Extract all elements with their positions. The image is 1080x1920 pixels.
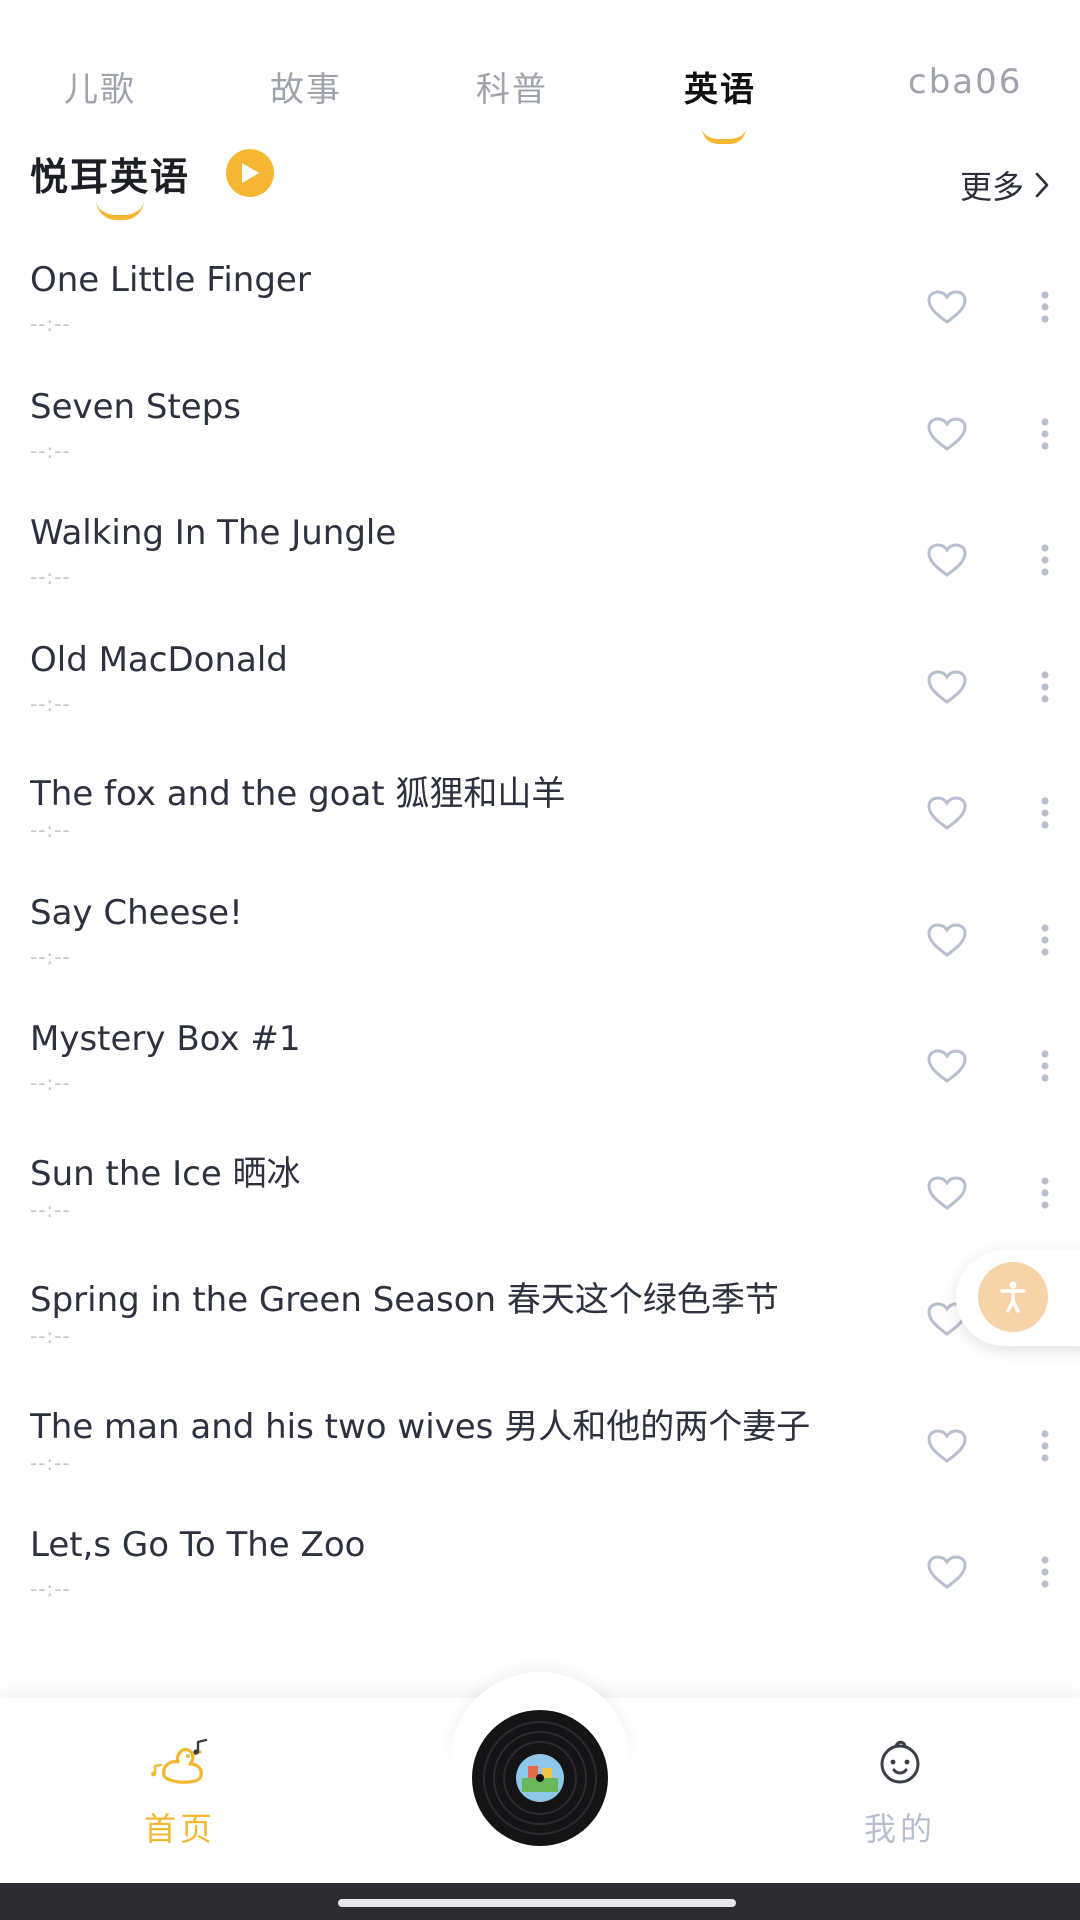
list-item[interactable]: Spring in the Green Season 春天这个绿色季节 --:-…	[0, 1262, 1080, 1389]
heart-outline-icon[interactable]	[924, 1045, 970, 1087]
song-duration: --:--	[30, 1577, 71, 1601]
baby-face-icon	[880, 1740, 920, 1784]
section-title-indicator	[96, 200, 144, 220]
song-title: Mystery Box #1	[30, 1019, 301, 1059]
song-duration: --:--	[30, 818, 71, 842]
song-title: Seven Steps	[30, 386, 242, 427]
heart-outline-icon[interactable]	[924, 539, 970, 581]
song-duration: --:--	[30, 438, 71, 463]
tab-stories[interactable]: 故事	[270, 62, 342, 111]
song-title: Say Cheese!	[30, 892, 243, 933]
vertical-dots-icon[interactable]	[1030, 1549, 1060, 1595]
list-item[interactable]: The fox and the goat 狐狸和山羊 --:--	[0, 756, 1080, 883]
vertical-dots-icon[interactable]	[1030, 1043, 1060, 1089]
nav-home-label: 首页	[143, 1810, 216, 1848]
tab-science[interactable]: 科普	[476, 62, 548, 111]
tab-children-songs[interactable]: 儿歌	[64, 62, 136, 111]
more-link[interactable]: 更多	[960, 162, 1050, 208]
vertical-dots-icon[interactable]	[1030, 917, 1060, 963]
vertical-dots-icon[interactable]	[1030, 1423, 1060, 1469]
heart-outline-icon[interactable]	[924, 1425, 970, 1467]
accessibility-person-icon[interactable]	[978, 1262, 1048, 1332]
more-label: 更多	[959, 168, 1024, 206]
vertical-dots-icon[interactable]	[1030, 664, 1060, 710]
vertical-dots-icon[interactable]	[1030, 790, 1060, 836]
category-tabs: 儿歌 故事 科普 英语 cba06	[0, 0, 1080, 150]
list-item[interactable]: Sun the Ice 晒冰 --:--	[0, 1136, 1080, 1263]
section-title: 悦耳英语	[30, 155, 191, 199]
active-tab-indicator	[702, 128, 746, 144]
heart-outline-icon[interactable]	[924, 413, 970, 455]
heart-outline-icon[interactable]	[924, 1172, 970, 1214]
heart-outline-icon[interactable]	[924, 286, 970, 328]
heart-outline-icon[interactable]	[924, 666, 970, 708]
song-duration: --:--	[30, 1071, 71, 1095]
chevron-right-icon	[1035, 172, 1049, 198]
song-duration: --:--	[30, 565, 71, 589]
song-title: Spring in the Green Season 春天这个绿色季节	[30, 1280, 779, 1320]
song-duration: --:--	[30, 1450, 71, 1475]
song-duration: --:--	[30, 312, 71, 336]
list-item[interactable]: Old MacDonald --:--	[0, 630, 1080, 757]
song-title: Old MacDonald	[30, 639, 288, 680]
duck-music-icon	[151, 1738, 208, 1784]
home-gesture-handle[interactable]	[338, 1899, 736, 1907]
list-item[interactable]: Say Cheese! --:--	[0, 883, 1080, 1010]
system-nav-bar	[0, 1883, 1080, 1920]
nav-mine[interactable]: 我的	[840, 1738, 960, 1850]
nav-home[interactable]: 首页	[120, 1738, 240, 1850]
floating-accessibility-panel	[956, 1250, 1080, 1346]
list-item[interactable]: Let,s Go To The Zoo --:--	[0, 1515, 1080, 1642]
song-duration: --:--	[30, 691, 71, 716]
song-title: One Little Finger	[30, 260, 311, 300]
list-item[interactable]: Mystery Box #1 --:--	[0, 1009, 1080, 1136]
song-title: The fox and the goat 狐狸和山羊	[30, 774, 566, 814]
list-item[interactable]: The man and his two wives 男人和他的两个妻子 --:-…	[0, 1389, 1080, 1516]
vertical-dots-icon[interactable]	[1030, 1170, 1060, 1216]
tab-cba06[interactable]: cba06	[908, 62, 1022, 102]
play-circle-icon[interactable]	[226, 149, 274, 197]
song-list: One Little Finger --:-- Seven Steps --:-…	[0, 250, 1080, 1690]
vertical-dots-icon[interactable]	[1030, 284, 1060, 330]
tab-english[interactable]: 英语	[684, 62, 756, 111]
heart-outline-icon[interactable]	[924, 919, 970, 961]
song-title: The man and his two wives 男人和他的两个妻子	[30, 1406, 811, 1447]
vertical-dots-icon[interactable]	[1030, 411, 1060, 457]
song-duration: --:--	[30, 1197, 71, 1222]
list-item[interactable]: Seven Steps --:--	[0, 377, 1080, 504]
heart-outline-icon[interactable]	[924, 792, 970, 834]
vinyl-record-icon[interactable]	[470, 1708, 610, 1848]
song-title: Let,s Go To The Zoo	[30, 1525, 366, 1565]
song-title: Walking In The Jungle	[30, 513, 397, 553]
vertical-dots-icon[interactable]	[1030, 537, 1060, 583]
list-item[interactable]: One Little Finger --:--	[0, 250, 1080, 377]
nav-mine-label: 我的	[863, 1810, 936, 1848]
song-duration: --:--	[30, 1324, 71, 1348]
song-duration: --:--	[30, 944, 71, 969]
list-item[interactable]: Walking In The Jungle --:--	[0, 503, 1080, 630]
song-title: Sun the Ice 晒冰	[30, 1153, 301, 1194]
heart-outline-icon[interactable]	[924, 1551, 970, 1593]
